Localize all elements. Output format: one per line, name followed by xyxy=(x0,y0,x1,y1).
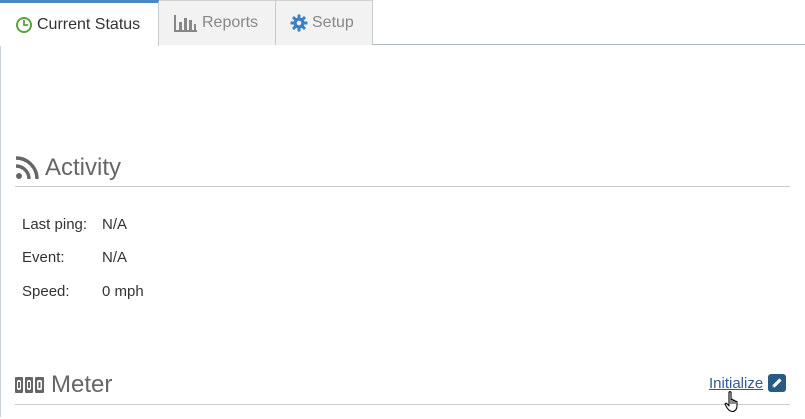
tab-bar: Current Status Reports Setup xyxy=(0,0,805,46)
odometer-icon xyxy=(15,375,45,395)
tab-setup[interactable]: Setup xyxy=(276,0,373,45)
bar-chart-icon xyxy=(174,14,198,32)
tab-reports[interactable]: Reports xyxy=(159,0,276,45)
tab-label: Setup xyxy=(312,14,354,31)
speed-value: 0 mph xyxy=(102,283,144,300)
meter-header: Meter xyxy=(15,365,790,405)
speed-label: Speed: xyxy=(22,283,70,300)
speed-row: Speed: 0 mph xyxy=(22,283,144,300)
hand-cursor-icon xyxy=(724,390,742,419)
activity-header: Activity xyxy=(15,150,790,187)
activity-title: Activity xyxy=(45,154,122,181)
initialize-label: Initialize xyxy=(709,374,764,392)
event-value: N/A xyxy=(102,249,128,266)
rss-icon xyxy=(15,156,39,180)
clock-icon xyxy=(15,16,33,34)
event-label: Event: xyxy=(22,249,65,266)
meter-title: Meter xyxy=(51,370,113,398)
panel-border xyxy=(0,45,1,417)
tab-label: Current Status xyxy=(37,15,141,33)
gear-icon xyxy=(290,14,308,32)
pencil-icon xyxy=(768,374,787,392)
last-ping-label: Last ping: xyxy=(22,216,88,233)
last-ping-row: Last ping: N/A xyxy=(22,216,127,233)
tab-label: Reports xyxy=(202,14,259,31)
tab-current-status[interactable]: Current Status xyxy=(0,0,159,46)
last-ping-value: N/A xyxy=(102,216,128,233)
initialize-link[interactable]: Initialize xyxy=(709,374,787,392)
event-row: Event: N/A xyxy=(22,249,127,266)
